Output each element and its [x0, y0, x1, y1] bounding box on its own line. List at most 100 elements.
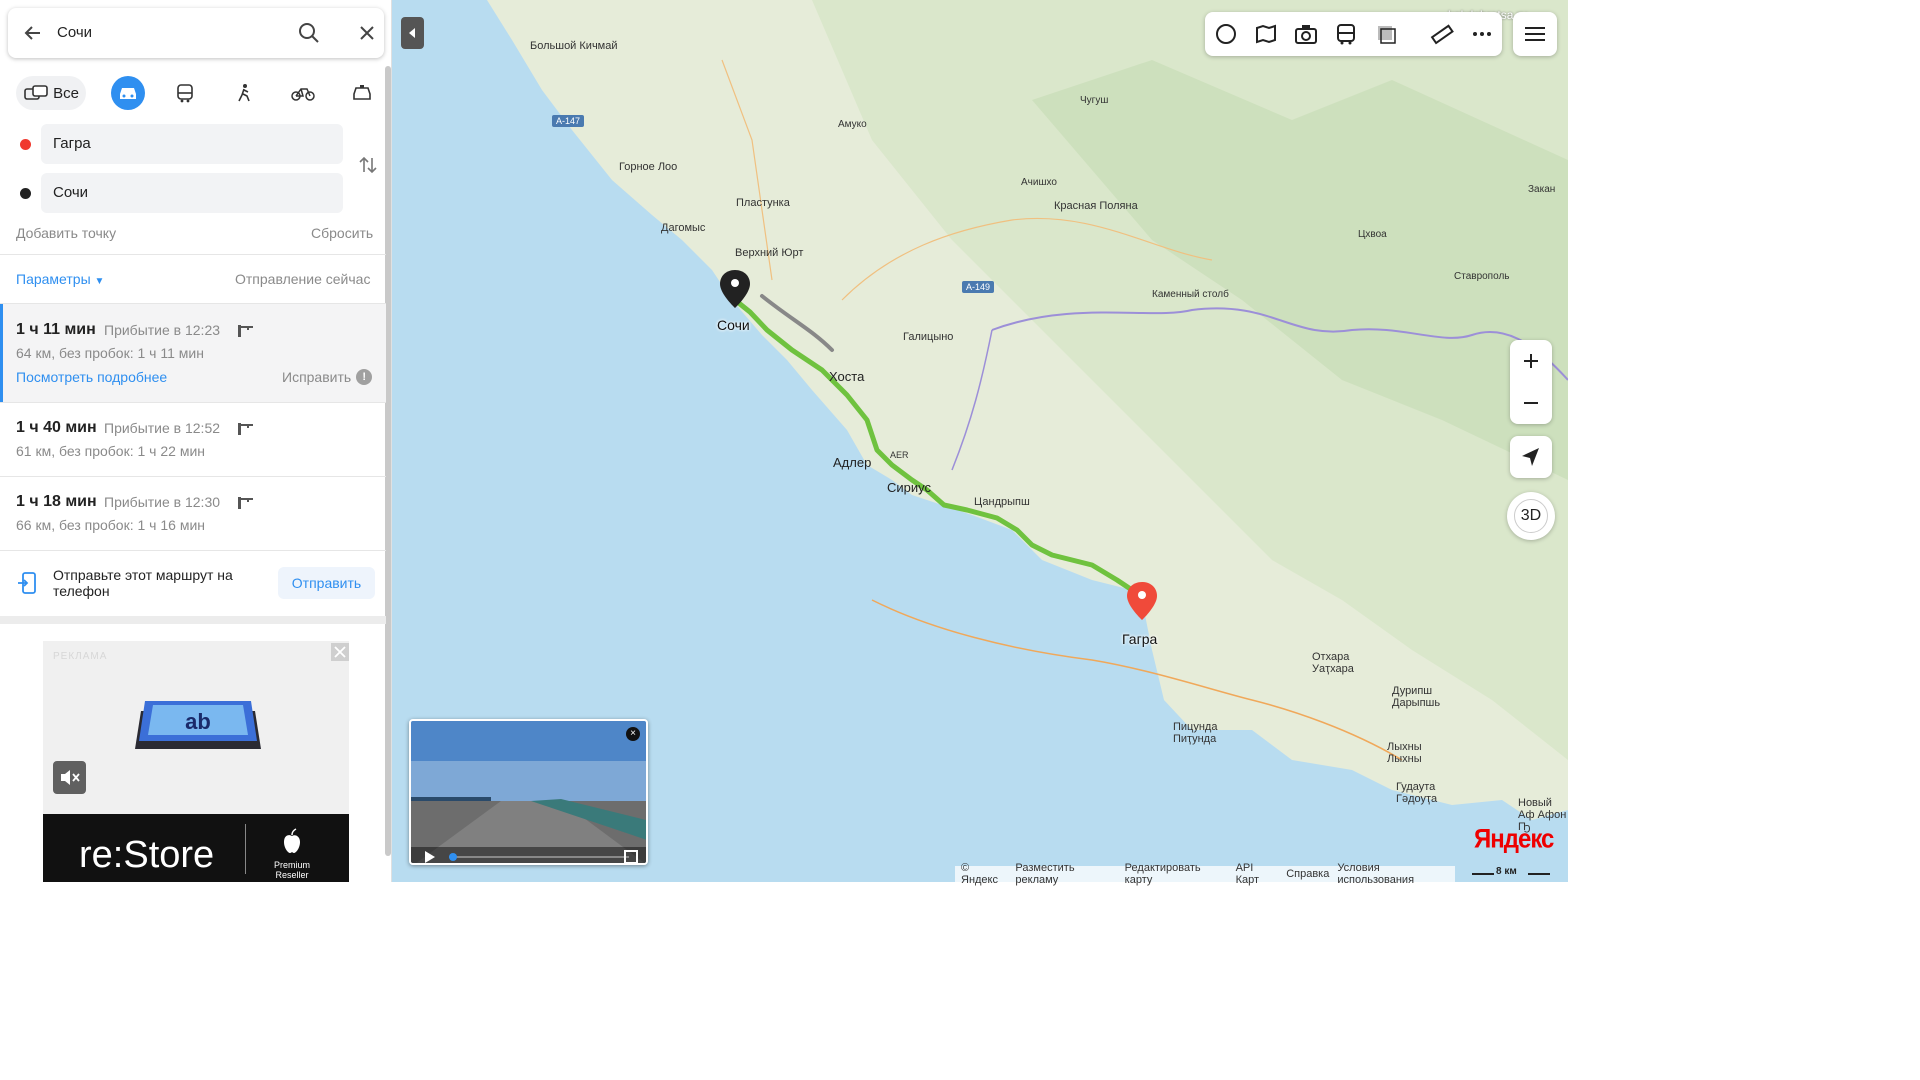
scale-label: 8 км	[1496, 866, 1517, 877]
zoom-out-icon[interactable]	[1510, 382, 1552, 424]
zoom-control	[1510, 340, 1552, 424]
map-label-tskhvoa: Цхвоа	[1358, 229, 1387, 240]
ad-brand: re:Store	[79, 834, 215, 876]
traffic-icon[interactable]	[1213, 22, 1239, 46]
route-option-1[interactable]: 1 ч 11 мин Прибытие в 12:23 64 км, без п…	[0, 304, 386, 402]
map-label-plastunka: Пластунка	[736, 197, 790, 209]
footer-api-link[interactable]: API Карт	[1236, 862, 1279, 886]
mute-button[interactable]	[53, 761, 86, 794]
ad-premium: Premium Reseller	[273, 860, 310, 880]
hamburger-icon	[1525, 27, 1545, 41]
map-label-sirius: Сириус	[887, 480, 931, 495]
phone-send-icon	[18, 572, 36, 594]
footer-ads-link[interactable]: Разместить рекламу	[1015, 862, 1116, 886]
params-dropdown[interactable]: Параметры ▼	[16, 271, 104, 287]
route-details-link[interactable]: Посмотреть подробнее	[16, 369, 167, 385]
map-label-gudauta: Гудаута Гәдоуҭа	[1396, 781, 1438, 805]
gagra-pin-icon[interactable]	[1125, 580, 1159, 624]
route-distance: 64 км, без пробок: 1 ч 11 мин	[16, 345, 204, 361]
send-text: Отправьте этот маршрут на телефон	[53, 567, 233, 599]
taxi-icon	[353, 85, 371, 100]
chevron-left-icon	[409, 28, 415, 38]
road-shield-a149: A-149	[962, 281, 995, 293]
map-label-adler: Адлер	[833, 455, 872, 470]
close-icon[interactable]	[331, 643, 349, 661]
map-label-lykhny: Лыхны Лыхны	[1387, 741, 1422, 765]
collapse-sidebar-button[interactable]	[401, 17, 424, 49]
to-field[interactable]: Сочи	[41, 173, 343, 213]
route-fix-link[interactable]: Исправить!	[282, 369, 373, 385]
back-arrow-icon[interactable]	[22, 22, 44, 44]
toll-road-icon	[238, 423, 253, 435]
footer-terms-link[interactable]: Условия использования	[1337, 862, 1455, 886]
panorama-preview[interactable]: ×	[409, 719, 648, 865]
all-transport-icon	[24, 85, 48, 100]
map-label-zakan: Закан	[1528, 184, 1556, 195]
camera-icon[interactable]	[1293, 22, 1319, 46]
yandex-logo[interactable]: Яндекс	[1474, 825, 1554, 856]
footer-copyright[interactable]: © Яндекс	[961, 862, 1007, 886]
route-distance: 61 км, без пробок: 1 ч 22 мин	[16, 443, 205, 459]
map-label-verkh: Верхний Юрт	[735, 247, 804, 259]
map-label-sochi: Сочи	[717, 317, 750, 333]
send-button[interactable]: Отправить	[278, 567, 375, 599]
mode-walk-button[interactable]	[227, 76, 261, 110]
map-label-galitsyno: Галицыно	[903, 331, 954, 343]
mode-car-button[interactable]	[111, 76, 145, 110]
3d-label: 3D	[1514, 499, 1548, 533]
ruler-icon[interactable]	[1429, 22, 1455, 46]
car-icon	[120, 88, 136, 99]
from-field[interactable]: Гагра	[41, 124, 343, 164]
layers-icon[interactable]	[1373, 22, 1399, 46]
from-dot-icon	[20, 139, 31, 150]
panorama-icon[interactable]	[1253, 22, 1279, 46]
route-distance: 66 км, без пробок: 1 ч 16 мин	[16, 517, 205, 533]
map-label-amuko: Амуко	[838, 119, 867, 130]
route-fix-label: Исправить	[282, 369, 352, 385]
route-time: 1 ч 11 мин	[16, 321, 96, 338]
map-footer: © Яндекс Разместить рекламу Редактироват…	[955, 862, 1455, 886]
mode-all-button[interactable]: Все	[16, 76, 86, 110]
reset-link[interactable]: Сбросить	[311, 225, 373, 241]
mode-bus-button[interactable]	[168, 76, 202, 110]
map-label-kpol: Красная Поляна	[1054, 200, 1138, 212]
search-icon[interactable]	[297, 21, 321, 45]
departure-time[interactable]: Отправление сейчас	[235, 271, 370, 287]
map-label-otkhara: Отхара Уаҭхара	[1312, 651, 1354, 675]
mode-bike-button[interactable]	[286, 76, 320, 110]
toll-road-icon	[238, 497, 253, 509]
mode-all-label: Все	[53, 84, 79, 102]
3d-button[interactable]: 3D	[1507, 492, 1555, 540]
to-dot-icon	[20, 188, 31, 199]
route-option-2[interactable]: 1 ч 40 мин Прибытие в 12:52 61 км, без п…	[0, 403, 386, 476]
mode-taxi-button[interactable]	[345, 76, 379, 110]
close-icon[interactable]: ×	[626, 727, 640, 741]
route-option-3[interactable]: 1 ч 18 мин Прибытие в 12:30 66 км, без п…	[0, 477, 386, 550]
params-label: Параметры	[16, 271, 91, 287]
footer-edit-link[interactable]: Редактировать карту	[1125, 862, 1228, 886]
route-time: 1 ч 40 мин	[16, 419, 97, 436]
map-toolbar	[1205, 12, 1502, 56]
footer-help-link[interactable]: Справка	[1286, 868, 1329, 880]
sochi-pin-icon[interactable]	[718, 268, 752, 312]
send-to-phone: Отправьте этот маршрут на телефон Отправ…	[0, 550, 386, 616]
map-label-durip: Дурипш Дарыпшь	[1392, 685, 1441, 709]
swap-icon[interactable]	[357, 154, 379, 176]
map-label-khosta: Хоста	[829, 369, 865, 384]
locate-button[interactable]	[1510, 436, 1552, 478]
bus-icon[interactable]	[1333, 22, 1359, 46]
map-label-kamen: Каменный столб	[1152, 289, 1229, 300]
close-icon[interactable]	[357, 23, 377, 43]
zoom-in-icon[interactable]	[1510, 340, 1552, 382]
restore-logo: re:Store Premium Reseller	[43, 814, 349, 882]
mute-icon	[61, 770, 80, 785]
search-input[interactable]: Сочи	[57, 24, 92, 41]
section-separator	[0, 616, 386, 624]
map-label-gagra: Гагра	[1122, 631, 1158, 647]
map-label-aer: AER	[890, 450, 909, 460]
ad-banner[interactable]: РЕКЛАМА ab re:Store Premium Reseller	[43, 641, 349, 882]
add-point-link[interactable]: Добавить точку	[16, 225, 116, 241]
menu-button[interactable]	[1513, 12, 1557, 56]
more-icon[interactable]	[1469, 22, 1495, 46]
bus-icon	[177, 84, 193, 103]
